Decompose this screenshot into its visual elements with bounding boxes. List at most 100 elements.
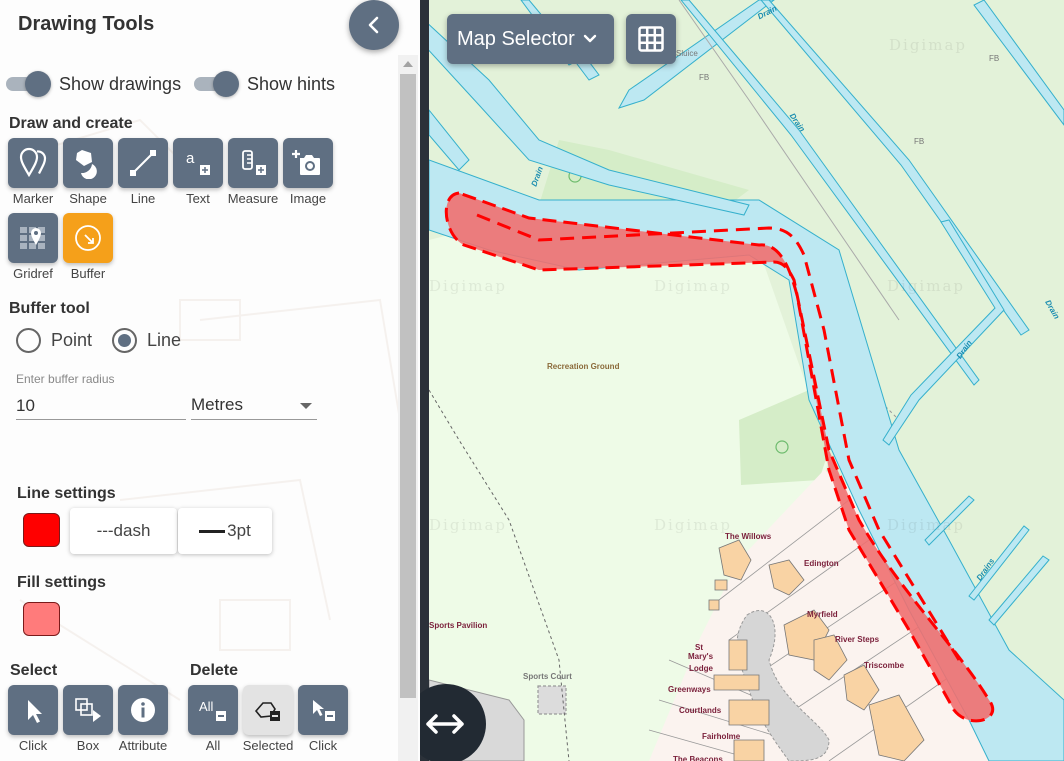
- delete-section-title: Delete: [190, 662, 239, 679]
- measure-tool-label: Measure: [227, 191, 279, 206]
- map-selector-button[interactable]: Map Selector: [447, 14, 614, 64]
- line-color-swatch[interactable]: [23, 513, 60, 547]
- house-label-triscombe: Triscombe: [864, 661, 905, 670]
- panel-splitter[interactable]: [420, 0, 429, 761]
- select-box-button[interactable]: [63, 685, 113, 735]
- collapse-panel-button[interactable]: [349, 0, 399, 50]
- box-select-icon: [75, 698, 101, 722]
- select-box-label: Box: [76, 738, 100, 753]
- house-label-myrfield: Myrfield: [807, 610, 838, 619]
- delete-selected-label: Selected: [242, 738, 294, 753]
- show-drawings-toggle-row: Show drawings: [6, 71, 181, 97]
- buffer-unit-value: Metres: [191, 395, 243, 414]
- gridref-tool-label: Gridref: [13, 266, 53, 281]
- line-tool-button[interactable]: [118, 138, 168, 188]
- marker-icon: [19, 147, 47, 178]
- house-label-edington: Edington: [804, 559, 839, 568]
- buffer-mode-line-label: Line: [147, 330, 182, 350]
- delete-click-label: Click: [308, 738, 338, 753]
- house-label-greenways: Greenways: [668, 685, 711, 694]
- marker-tool-button[interactable]: [8, 138, 58, 188]
- info-icon: [131, 698, 155, 722]
- select-attribute-label: Attribute: [118, 738, 168, 753]
- buffer-radius-label: Enter buffer radius: [16, 372, 115, 386]
- select-section-title: Select: [10, 662, 58, 679]
- buffer-tool-label: Buffer: [70, 266, 106, 281]
- shape-tool-button[interactable]: [63, 138, 113, 188]
- line-width-sample-icon: [199, 529, 226, 533]
- show-drawings-toggle[interactable]: [6, 71, 51, 97]
- line-icon: [130, 150, 156, 176]
- map-watermark: Digimap: [654, 277, 732, 295]
- line-width-button[interactable]: 3pt: [178, 508, 272, 554]
- house-label-st-marys-lodge: St: [695, 643, 703, 652]
- map-watermark: Digimap: [889, 36, 967, 54]
- buffer-tool-button[interactable]: [63, 213, 113, 263]
- sports-pavilion-label: Sports Pavilion: [429, 621, 488, 630]
- buffer-mode-point-radio[interactable]: Point: [16, 328, 92, 353]
- house-label-courtlands: Courtlands: [679, 706, 722, 715]
- delete-selected-button[interactable]: [243, 685, 293, 735]
- drawing-tools-panel: Drawing Tools Show drawings Show hints D…: [0, 0, 420, 761]
- scroll-up-arrow-icon[interactable]: [403, 61, 413, 67]
- buffer-icon: [75, 225, 101, 251]
- image-icon: [292, 150, 320, 175]
- map-watermark: Digimap: [887, 516, 965, 534]
- panel-scrollbar[interactable]: [398, 55, 418, 761]
- grid-overlay-button[interactable]: [626, 14, 676, 64]
- line-settings-title: Line settings: [17, 485, 116, 502]
- scrollbar-thumb[interactable]: [400, 74, 416, 698]
- chevron-down-icon: [583, 34, 597, 43]
- measure-icon: [242, 150, 266, 175]
- buffer-mode-point-label: Point: [51, 330, 93, 350]
- house-label-st-marys-lodge: Mary's: [688, 652, 714, 661]
- footbridge-label: FB: [699, 73, 710, 82]
- app-root: Drawing Tools Show drawings Show hints D…: [0, 0, 1064, 761]
- select-click-button[interactable]: [8, 685, 58, 735]
- house-label-river-steps: River Steps: [835, 635, 880, 644]
- map-watermark: Digimap: [654, 516, 732, 534]
- svg-text:a: a: [186, 150, 195, 167]
- house-label-st-marys-lodge: Lodge: [689, 664, 713, 673]
- map-view[interactable]: Digimap Digimap Digimap Digimap Digimap …: [429, 0, 1064, 761]
- map-watermark: Digimap: [429, 516, 507, 534]
- map-watermark: Digimap: [887, 277, 965, 295]
- house-label-fairholme: Fairholme: [702, 732, 741, 741]
- fill-settings-title: Fill settings: [17, 574, 106, 591]
- gridref-tool-button[interactable]: [8, 213, 58, 263]
- house-label-the-willows: The Willows: [725, 532, 772, 541]
- dropdown-caret-icon: [300, 403, 312, 409]
- image-tool-button[interactable]: [283, 138, 333, 188]
- delete-all-button[interactable]: All: [188, 685, 238, 735]
- map-selector-label: Map Selector: [457, 27, 575, 50]
- sports-court-label: Sports Court: [523, 672, 572, 681]
- buffer-mode-line-radio[interactable]: Line: [112, 328, 181, 353]
- grid-icon: [638, 26, 664, 52]
- line-style-button[interactable]: ---dash: [70, 508, 177, 554]
- shape-tool-label: Shape: [69, 191, 107, 206]
- gridref-icon: [20, 227, 45, 249]
- house-label-the-beacons: The Beacons: [673, 755, 723, 761]
- buffer-unit-select[interactable]: Metres: [191, 392, 317, 420]
- select-attribute-button[interactable]: [118, 685, 168, 735]
- delete-click-button[interactable]: [298, 685, 348, 735]
- measure-tool-button[interactable]: [228, 138, 278, 188]
- text-tool-button[interactable]: a: [173, 138, 223, 188]
- shape-icon: [76, 150, 97, 179]
- delete-all-label: All: [205, 738, 221, 753]
- fill-color-swatch[interactable]: [23, 602, 60, 636]
- resize-horizontal-icon[interactable]: [424, 709, 466, 739]
- text-tool-label: Text: [186, 191, 210, 206]
- pointer-icon: [28, 700, 42, 723]
- delete-all-glyph: All: [199, 699, 214, 714]
- chevron-left-icon: [368, 16, 379, 34]
- map-canvas[interactable]: [429, 0, 1064, 761]
- select-click-label: Click: [18, 738, 48, 753]
- show-hints-toggle[interactable]: [194, 71, 239, 97]
- delete-all-icon: All: [199, 699, 226, 721]
- sluice-label: Sluice: [676, 49, 698, 58]
- map-watermark: Digimap: [429, 277, 507, 295]
- buffer-radius-input[interactable]: [16, 392, 186, 420]
- image-tool-label: Image: [289, 191, 327, 206]
- footbridge-label: FB: [914, 137, 925, 146]
